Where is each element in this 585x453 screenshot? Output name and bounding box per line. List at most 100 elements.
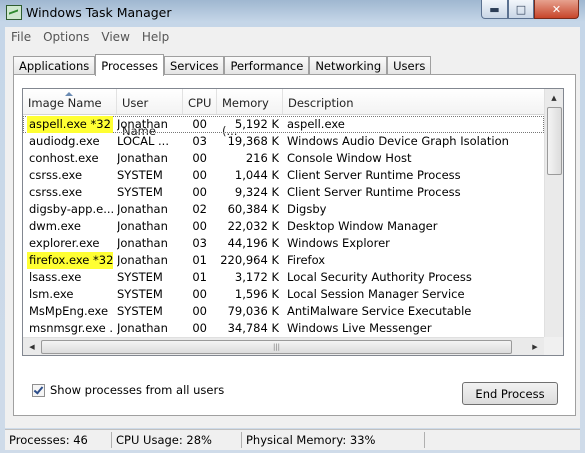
process-cpu: 00 (192, 117, 207, 131)
process-image-name: conhost.exe (29, 151, 99, 165)
task-manager-window: Windows Task Manager ▬ □ ✕ File Options … (0, 0, 585, 453)
table-row[interactable]: dwm.exe Jonathan 00 22,032 K Desktop Window … (23, 218, 544, 235)
process-cpu: 00 (192, 219, 207, 233)
process-memory: 22,032 K (227, 219, 279, 233)
process-memory: 216 K (245, 151, 279, 165)
process-description: Local Security Authority Process (287, 270, 472, 284)
process-image-name: csrss.exe (29, 185, 83, 199)
column-user-name[interactable]: User Name (117, 89, 183, 138)
menu-file[interactable]: File (5, 30, 37, 44)
table-row[interactable]: firefox.exe *32 Jonathan 01 220,964 K Firefo… (23, 252, 544, 269)
minimize-icon: ▬ (489, 2, 500, 16)
process-memory: 34,784 K (227, 321, 279, 335)
tab-users[interactable]: Users (387, 56, 432, 75)
vertical-scrollbar[interactable]: ▲ ▼ (544, 89, 563, 355)
table-row[interactable]: msnmsgr.exe ... Jonathan 00 34,784 K Windows… (23, 320, 544, 337)
column-description[interactable]: Description (283, 89, 544, 114)
process-cpu: 00 (192, 151, 207, 165)
checkbox-checked-icon[interactable] (32, 383, 45, 397)
scroll-left-arrow-icon[interactable]: ◀ (25, 340, 39, 354)
task-manager-app-icon (6, 5, 22, 20)
process-description: Client Server Runtime Process (287, 185, 461, 199)
status-divider (111, 432, 112, 448)
menu-options[interactable]: Options (37, 30, 95, 44)
scroll-up-arrow-icon[interactable]: ▲ (547, 91, 561, 105)
table-row[interactable]: MsMpEng.exe SYSTEM 00 79,036 K AntiMalware S… (23, 303, 544, 320)
process-image-name: explorer.exe (29, 236, 100, 250)
table-row[interactable]: digsby-app.e... Jonathan 02 60,384 K Digsby (23, 201, 544, 218)
process-description: AntiMalware Service Executable (287, 304, 472, 318)
column-memory[interactable]: Memory (... (217, 89, 283, 138)
process-memory: 9,324 K (234, 185, 279, 199)
title-bar[interactable]: Windows Task Manager ▬ □ ✕ (0, 0, 585, 26)
horizontal-scroll-thumb[interactable]: ||| (41, 340, 512, 354)
table-row[interactable]: conhost.exe Jonathan 00 216 K Console Window… (23, 150, 544, 167)
process-description: Local Session Manager Service (287, 287, 465, 301)
process-description: Console Window Host (287, 151, 412, 165)
process-user-name: Jonathan (117, 236, 168, 250)
process-description: Firefox (287, 253, 326, 267)
process-image-name: firefox.exe *32 (27, 252, 113, 269)
process-memory: 1,596 K (234, 287, 279, 301)
process-memory: 19,368 K (227, 134, 279, 148)
table-row[interactable]: csrss.exe SYSTEM 00 9,324 K Client Server Ru… (23, 184, 544, 201)
maximize-button[interactable]: □ (508, 0, 534, 19)
table-row[interactable]: aspell.exe *32 Jonathan 00 5,192 K aspell.ex… (23, 116, 544, 133)
process-cpu: 02 (192, 202, 207, 216)
process-rows: aspell.exe *32 Jonathan 00 5,192 K aspell.ex… (23, 116, 544, 354)
menu-view[interactable]: View (95, 30, 135, 44)
menu-bar: File Options View Help (5, 27, 580, 47)
menu-help[interactable]: Help (136, 30, 175, 44)
status-divider (424, 432, 425, 448)
table-row[interactable]: lsass.exe SYSTEM 01 3,172 K Local Security A… (23, 269, 544, 286)
process-user-name: SYSTEM (117, 287, 163, 301)
vertical-scroll-thumb[interactable] (547, 107, 562, 175)
process-user-name: SYSTEM (117, 304, 163, 318)
process-memory: 3,172 K (234, 270, 279, 284)
process-image-name: aspell.exe *32 (27, 116, 113, 133)
process-description: aspell.exe (287, 117, 345, 131)
process-user-name: SYSTEM (117, 168, 163, 182)
process-description: Client Server Runtime Process (287, 168, 461, 182)
table-row[interactable]: explorer.exe Jonathan 03 44,196 K Windows Ex… (23, 235, 544, 252)
process-image-name: msnmsgr.exe ... (29, 321, 113, 335)
minimize-button[interactable]: ▬ (481, 0, 508, 19)
horizontal-scrollbar[interactable]: ◀ ||| ▶ (23, 337, 544, 355)
status-bar: Processes: 46 CPU Usage: 28% Physical Me… (5, 429, 580, 450)
process-user-name: Jonathan (117, 321, 168, 335)
process-image-name: dwm.exe (29, 219, 81, 233)
tab-services[interactable]: Services (163, 56, 225, 75)
tab-performance[interactable]: Performance (224, 56, 310, 75)
column-cpu[interactable]: CPU (183, 89, 217, 114)
process-image-name: lsm.exe (29, 287, 74, 301)
process-user-name: Jonathan (117, 253, 168, 267)
table-row[interactable]: lsm.exe SYSTEM 00 1,596 K Local Session Mana… (23, 286, 544, 303)
close-icon: ✕ (551, 2, 562, 16)
scroll-right-arrow-icon[interactable]: ▶ (528, 340, 542, 354)
tab-processes[interactable]: Processes (95, 54, 164, 76)
tab-strip: Applications Processes Services Performa… (13, 54, 432, 76)
table-row[interactable]: audiodg.exe LOCAL ... 03 19,368 K Windows Au… (23, 133, 544, 150)
process-cpu: 00 (192, 321, 207, 335)
process-user-name: Jonathan (117, 151, 168, 165)
tab-applications[interactable]: Applications (13, 56, 96, 75)
column-image-name[interactable]: Image Name (23, 89, 117, 114)
process-cpu: 00 (192, 304, 207, 318)
process-memory: 1,044 K (234, 168, 279, 182)
end-process-button[interactable]: End Process (462, 382, 558, 405)
process-memory: 5,192 K (234, 117, 279, 131)
process-user-name: Jonathan (117, 202, 168, 216)
close-button[interactable]: ✕ (534, 0, 579, 19)
show-all-users-checkbox[interactable]: Show processes from all users (32, 383, 224, 397)
process-description: Digsby (287, 202, 327, 216)
process-image-name: lsass.exe (29, 270, 82, 284)
process-memory: 220,964 K (220, 253, 279, 267)
process-image-name: digsby-app.e... (29, 202, 113, 216)
status-physical-memory: Physical Memory: 33% (246, 433, 376, 447)
table-row[interactable]: csrss.exe SYSTEM 00 1,044 K Client Server Ru… (23, 167, 544, 184)
process-image-name: MsMpEng.exe (29, 304, 109, 318)
process-description: Desktop Window Manager (287, 219, 438, 233)
tab-networking[interactable]: Networking (309, 56, 388, 75)
process-image-name: csrss.exe (29, 168, 83, 182)
process-list[interactable]: Image Name User Name CPU Memory (... Des… (22, 88, 564, 356)
